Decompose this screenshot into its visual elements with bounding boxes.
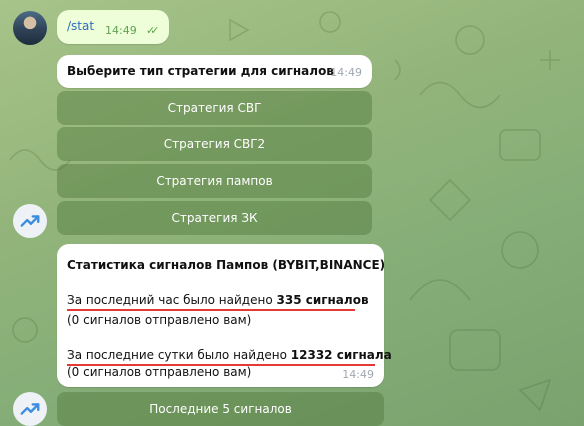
highlight-underline [67,309,355,311]
strategy-pumps-button[interactable]: Стратегия пампов [57,164,372,198]
strategy-svg-button[interactable]: Стратегия СВГ [57,91,372,125]
message-time: 14:49 [342,368,374,381]
trending-up-icon [20,403,40,415]
message-text: Выберите тип стратегии для сигналов [67,64,334,78]
stats-day-prefix: За последние сутки было найдено [67,348,291,362]
outgoing-message: /stat 14:49 ✓✓ [57,10,169,44]
message-time: 14:49 [330,66,362,79]
bot-avatar[interactable] [13,204,47,238]
strategy-svg2-button[interactable]: Стратегия СВГ2 [57,127,372,161]
strategy-zk-button[interactable]: Стратегия ЗК [57,201,372,235]
message-time: 14:49 [105,24,137,37]
trending-up-icon [20,215,40,227]
stats-hour-sent: (0 сигналов отправлено вам) [67,313,252,327]
stats-day-count: 12332 сигнала [290,348,392,362]
double-check-icon: ✓✓ [146,24,160,37]
last-5-signals-button[interactable]: Последние 5 сигналов [57,392,384,426]
stats-message: Статистика сигналов Пампов (BYBIT,BINANC… [57,244,392,387]
message-text[interactable]: /stat [67,19,94,33]
stats-day-line: За последние сутки было найдено 12332 си… [67,348,392,362]
stats-hour-count: 335 сигналов [276,293,369,307]
stats-hour-line: За последний час было найдено 335 сигнал… [67,293,369,307]
stats-title: Статистика сигналов Пампов (BYBIT,BINANC… [67,258,386,272]
user-avatar[interactable] [13,11,47,45]
stats-hour-prefix: За последний час было найдено [67,293,277,307]
stats-day-sent: (0 сигналов отправлено вам) [67,365,252,379]
bot-avatar[interactable] [13,392,47,426]
strategy-prompt-message: Выберите тип стратегии для сигналов 14:4… [57,55,372,88]
